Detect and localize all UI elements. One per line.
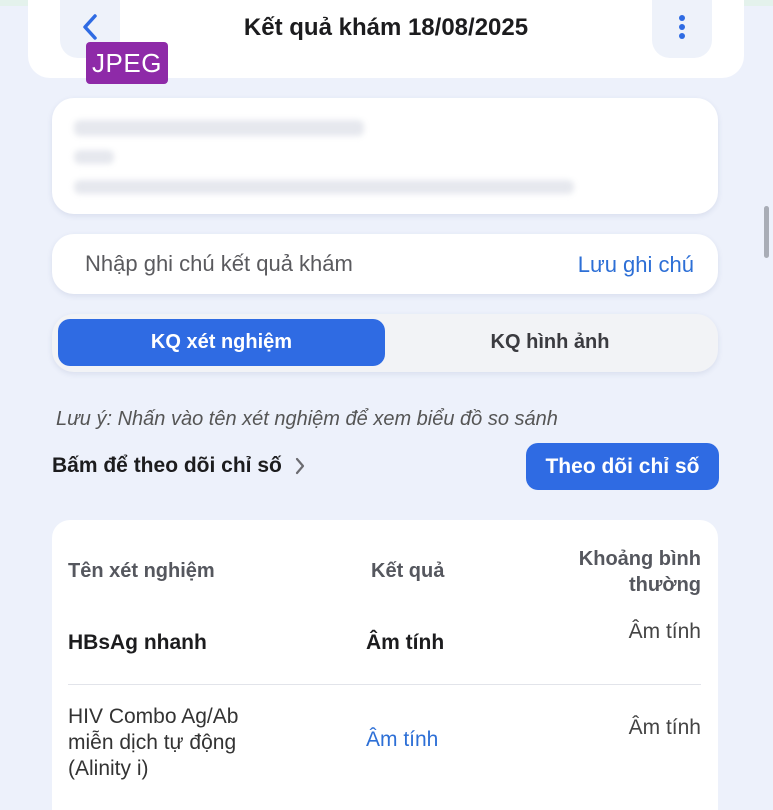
test-normal-range: Âm tính bbox=[628, 620, 701, 643]
note-input[interactable] bbox=[85, 251, 505, 277]
follow-indicators-link[interactable]: Bấm để theo dõi chỉ số bbox=[52, 454, 306, 478]
follow-link-label: Bấm để theo dõi chỉ số bbox=[52, 454, 282, 477]
blurred-info-line bbox=[74, 120, 364, 136]
follow-indicators-button[interactable]: Theo dõi chỉ số bbox=[526, 443, 719, 490]
result-tabs: KQ xét nghiệm KQ hình ảnh bbox=[52, 314, 718, 372]
results-table: Tên xét nghiệm Kết quả Khoảng bình thườn… bbox=[52, 520, 718, 810]
column-header-result: Kết quả bbox=[371, 560, 445, 582]
test-name-line: (Alinity i) bbox=[68, 757, 149, 780]
tab-lab-results[interactable]: KQ xét nghiệm bbox=[58, 319, 385, 366]
hint-text: Lưu ý: Nhấn vào tên xét nghiệm để xem bi… bbox=[56, 408, 558, 430]
save-note-button[interactable]: Lưu ghi chú bbox=[578, 252, 694, 278]
scrollbar[interactable] bbox=[764, 206, 769, 258]
patient-info-card bbox=[52, 98, 718, 214]
tab-imaging-results[interactable]: KQ hình ảnh bbox=[390, 319, 710, 366]
blurred-info-line bbox=[74, 180, 574, 194]
column-header-range-line2: thường bbox=[628, 574, 701, 596]
blurred-info-line bbox=[74, 150, 114, 164]
jpeg-badge: JPEG bbox=[86, 42, 168, 84]
test-name-link[interactable]: HIV Combo Ag/Ab miễn dịch tự động (Alini… bbox=[68, 704, 238, 782]
row-divider bbox=[68, 684, 701, 685]
test-result: Âm tính bbox=[366, 631, 445, 654]
kebab-menu-icon bbox=[678, 14, 686, 45]
page-title: Kết quả khám 18/08/2025 bbox=[243, 14, 529, 41]
test-name-line: HIV Combo Ag/Ab bbox=[68, 705, 239, 728]
test-name-link[interactable]: HBsAg nhanh bbox=[68, 631, 207, 655]
more-options-button[interactable] bbox=[652, 0, 712, 58]
test-normal-range: Âm tính bbox=[628, 716, 701, 739]
test-result: Âm tính bbox=[366, 728, 439, 751]
column-header-name: Tên xét nghiệm bbox=[68, 560, 215, 582]
test-name-line: miễn dịch tự động bbox=[68, 731, 237, 754]
column-header-range-line1: Khoảng bình bbox=[578, 548, 701, 570]
column-header-range: Khoảng bình thường bbox=[579, 546, 701, 598]
chevron-right-icon bbox=[294, 456, 306, 476]
note-bar: Lưu ghi chú bbox=[52, 234, 718, 294]
